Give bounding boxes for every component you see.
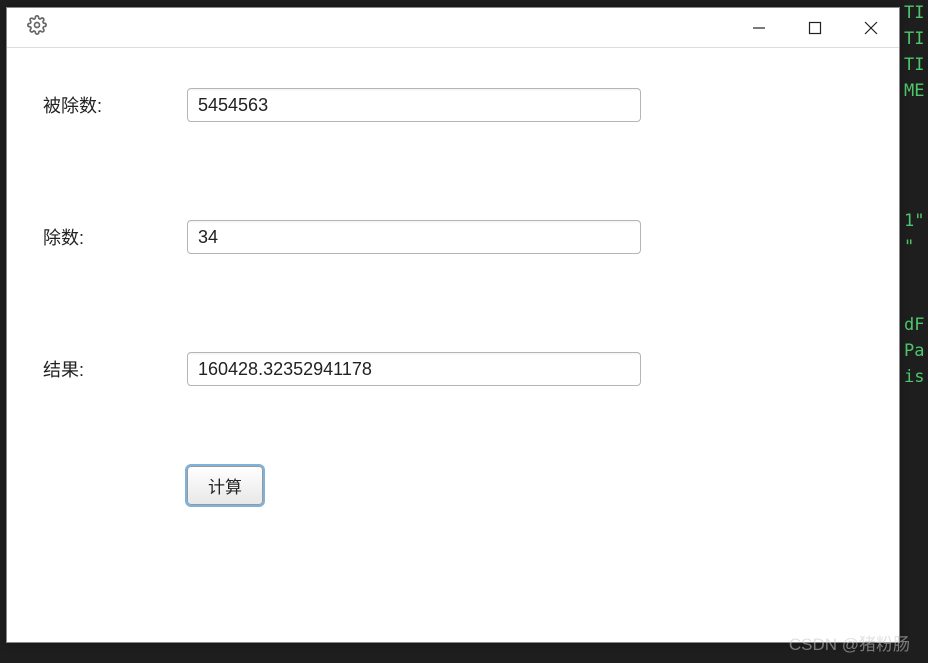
result-row: 结果: — [43, 352, 863, 386]
result-input[interactable] — [187, 352, 641, 386]
dividend-input[interactable] — [187, 88, 641, 122]
divisor-label: 除数: — [43, 224, 187, 250]
calculate-button[interactable]: 计算 — [187, 466, 263, 505]
minimize-button[interactable] — [731, 8, 787, 47]
divisor-input[interactable] — [187, 220, 641, 254]
result-label: 结果: — [43, 356, 187, 382]
titlebar-left — [27, 15, 47, 40]
form-content: 被除数: 除数: 结果: 计算 — [7, 48, 899, 545]
titlebar — [7, 8, 899, 48]
dividend-label: 被除数: — [43, 92, 187, 118]
close-button[interactable] — [843, 8, 899, 47]
gear-icon — [27, 15, 47, 40]
divisor-row: 除数: — [43, 220, 863, 254]
maximize-button[interactable] — [787, 8, 843, 47]
background-code-fragment: TI TI TI ME 1" " dF Pa is — [904, 0, 928, 660]
app-window: 被除数: 除数: 结果: 计算 — [6, 7, 900, 643]
dividend-row: 被除数: — [43, 88, 863, 122]
window-controls — [731, 8, 899, 47]
